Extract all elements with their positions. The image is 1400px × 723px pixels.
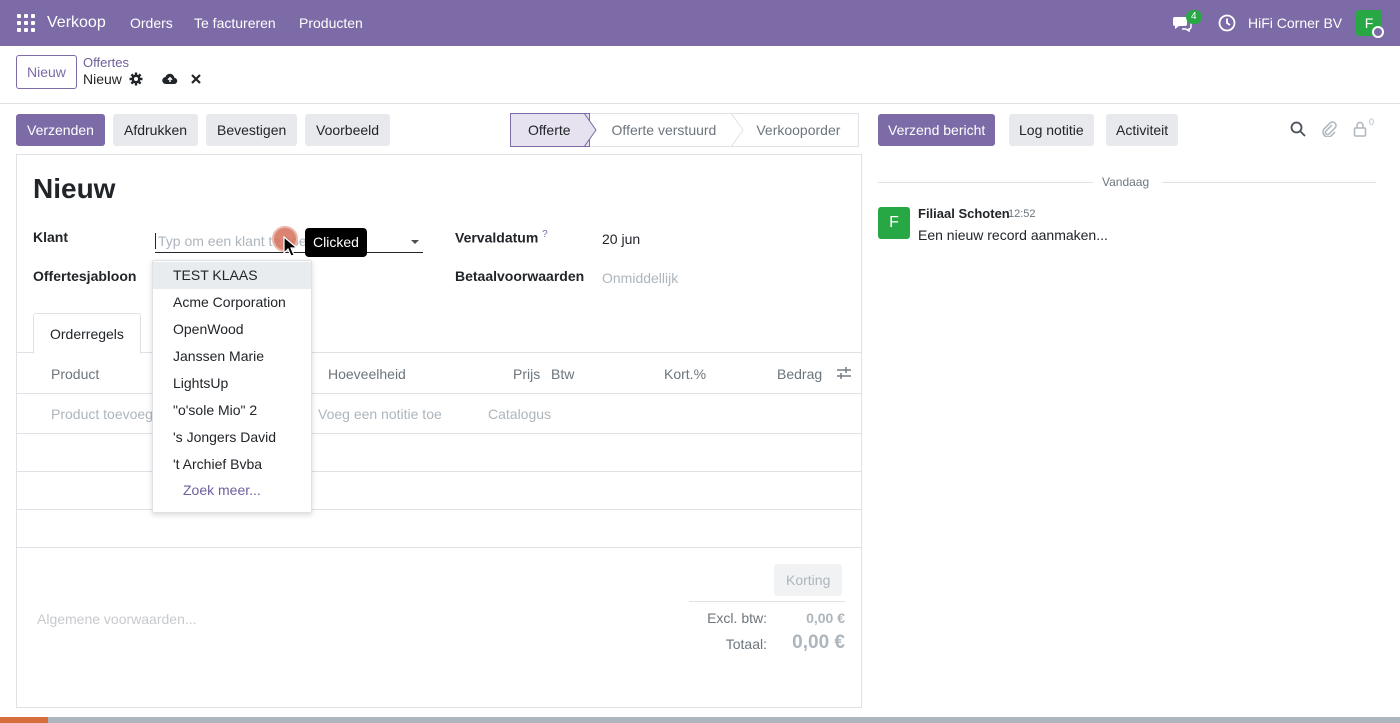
search-more-link[interactable]: Zoek meer... [183, 482, 261, 498]
status-bar: Offerte Offerte verstuurd Verkooporder [510, 113, 860, 147]
stage-arrow-icon [731, 113, 744, 147]
payment-terms-input[interactable]: Onmiddellijk [602, 270, 678, 286]
mouse-cursor-icon [283, 236, 299, 257]
stage-arrow-icon [584, 113, 597, 147]
dropdown-option[interactable]: Acme Corporation [153, 289, 311, 316]
clock-icon[interactable] [1218, 14, 1236, 32]
stage-sales-order[interactable]: Verkooporder [734, 113, 860, 147]
dropdown-option[interactable]: OpenWood [153, 316, 311, 343]
top-navbar: Verkoop Orders Te factureren Producten 4… [0, 0, 1400, 46]
tab-order-lines[interactable]: Orderregels [33, 313, 141, 354]
template-label: Offertesjabloon [33, 268, 137, 284]
customer-label: Klant [33, 229, 68, 245]
message-time: 12:52 [1008, 208, 1036, 220]
message-author[interactable]: Filiaal Schoten [918, 206, 1010, 221]
form-sheet: Nieuw Klant Typ om een klant te zoeken..… [16, 154, 862, 708]
due-date-label: Vervaldatum ? [455, 229, 548, 246]
menu-to-invoice[interactable]: Te factureren [194, 15, 276, 31]
table-row [17, 510, 861, 548]
text-caret [155, 233, 156, 249]
dropdown-option[interactable]: 's Jongers David [153, 424, 311, 451]
message-body: Een nieuw record aanmaken... [918, 227, 1108, 243]
column-settings-icon[interactable] [836, 366, 852, 380]
breadcrumb-current: Nieuw [83, 71, 122, 87]
discount-button[interactable]: Korting [774, 564, 843, 596]
dropdown-option[interactable]: "o'sole Mio" 2 [153, 397, 311, 424]
log-note-button[interactable]: Log notitie [1009, 114, 1094, 146]
progress-fill [0, 717, 48, 723]
save-cloud-icon[interactable] [162, 72, 178, 86]
loading-progress-bar [0, 717, 1400, 723]
payment-terms-label: Betaalvoorwaarden [455, 268, 585, 284]
add-note-link[interactable]: Voeg een notitie toe [318, 406, 442, 422]
dropdown-option[interactable]: Janssen Marie [153, 343, 311, 370]
menu-orders[interactable]: Orders [130, 15, 173, 31]
search-icon[interactable] [1290, 121, 1306, 137]
click-tooltip: Clicked [305, 228, 367, 257]
col-product[interactable]: Product [51, 366, 99, 382]
date-separator-line [878, 182, 1093, 183]
total-value: 0,00 € [792, 632, 845, 653]
due-date-value[interactable]: 20 jun [602, 231, 640, 247]
message-avatar[interactable]: F [878, 207, 910, 239]
dropdown-option[interactable]: LightsUp [153, 370, 311, 397]
table-row: Product toevoegen Voeg een notitie toe C… [17, 394, 861, 434]
col-tax[interactable]: Btw [551, 366, 574, 382]
user-status-icon [1372, 26, 1384, 38]
breadcrumb-parent[interactable]: Offertes [83, 55, 129, 70]
dropdown-option[interactable]: 't Archief Bvba [153, 451, 311, 478]
send-message-button[interactable]: Verzend bericht [878, 114, 996, 146]
col-quantity[interactable]: Hoeveelheid [328, 366, 406, 382]
apps-menu-icon[interactable] [17, 14, 35, 32]
preview-button[interactable]: Voorbeeld [305, 114, 391, 146]
confirm-button[interactable]: Bevestigen [206, 114, 298, 146]
discard-icon[interactable] [190, 73, 202, 85]
app-brand[interactable]: Verkoop [47, 14, 106, 32]
follower-count: 0 [1369, 117, 1375, 127]
lock-icon[interactable] [1352, 121, 1368, 137]
totals-divider [689, 601, 845, 602]
stage-quotation[interactable]: Offerte [510, 113, 590, 147]
message-count-badge: 4 [1186, 10, 1202, 24]
record-title: Nieuw [33, 173, 116, 204]
add-product-link[interactable]: Product toevoegen [51, 406, 169, 422]
order-lines-header: Product Hoeveelheid Prijs Btw Kort.% Bed… [17, 354, 861, 394]
table-row [17, 472, 861, 510]
catalog-link[interactable]: Catalogus [488, 406, 551, 422]
due-date-label-text: Vervaldatum [455, 229, 539, 246]
table-row [17, 434, 861, 472]
caret-down-icon[interactable] [411, 240, 419, 244]
print-button[interactable]: Afdrukken [113, 114, 199, 146]
col-amount[interactable]: Bedrag [777, 366, 822, 382]
help-icon[interactable]: ? [542, 229, 548, 240]
notebook-tabs: Orderregels [17, 313, 861, 354]
gear-icon[interactable] [129, 72, 143, 86]
menu-products[interactable]: Producten [299, 15, 363, 31]
company-switcher[interactable]: HiFi Corner BV [1248, 15, 1342, 31]
col-discount[interactable]: Kort.% [664, 366, 706, 382]
send-button[interactable]: Verzenden [16, 114, 105, 146]
activity-button[interactable]: Activiteit [1106, 114, 1179, 146]
col-price[interactable]: Prijs [513, 366, 540, 382]
date-separator-line [1162, 182, 1376, 183]
stage-quotation-sent[interactable]: Offerte verstuurd [589, 113, 735, 147]
paperclip-icon[interactable] [1321, 121, 1337, 137]
date-separator: Vandaag [1102, 175, 1150, 189]
control-panel: Nieuw Offertes Nieuw [0, 46, 1400, 104]
dropdown-option[interactable]: TEST KLAAS [153, 262, 311, 289]
new-button[interactable]: Nieuw [16, 55, 77, 89]
customer-autocomplete-dropdown: TEST KLAAS Acme Corporation OpenWood Jan… [152, 260, 312, 513]
untaxed-value: 0,00 € [806, 610, 845, 626]
terms-input[interactable]: Algemene voorwaarden... [37, 611, 197, 627]
